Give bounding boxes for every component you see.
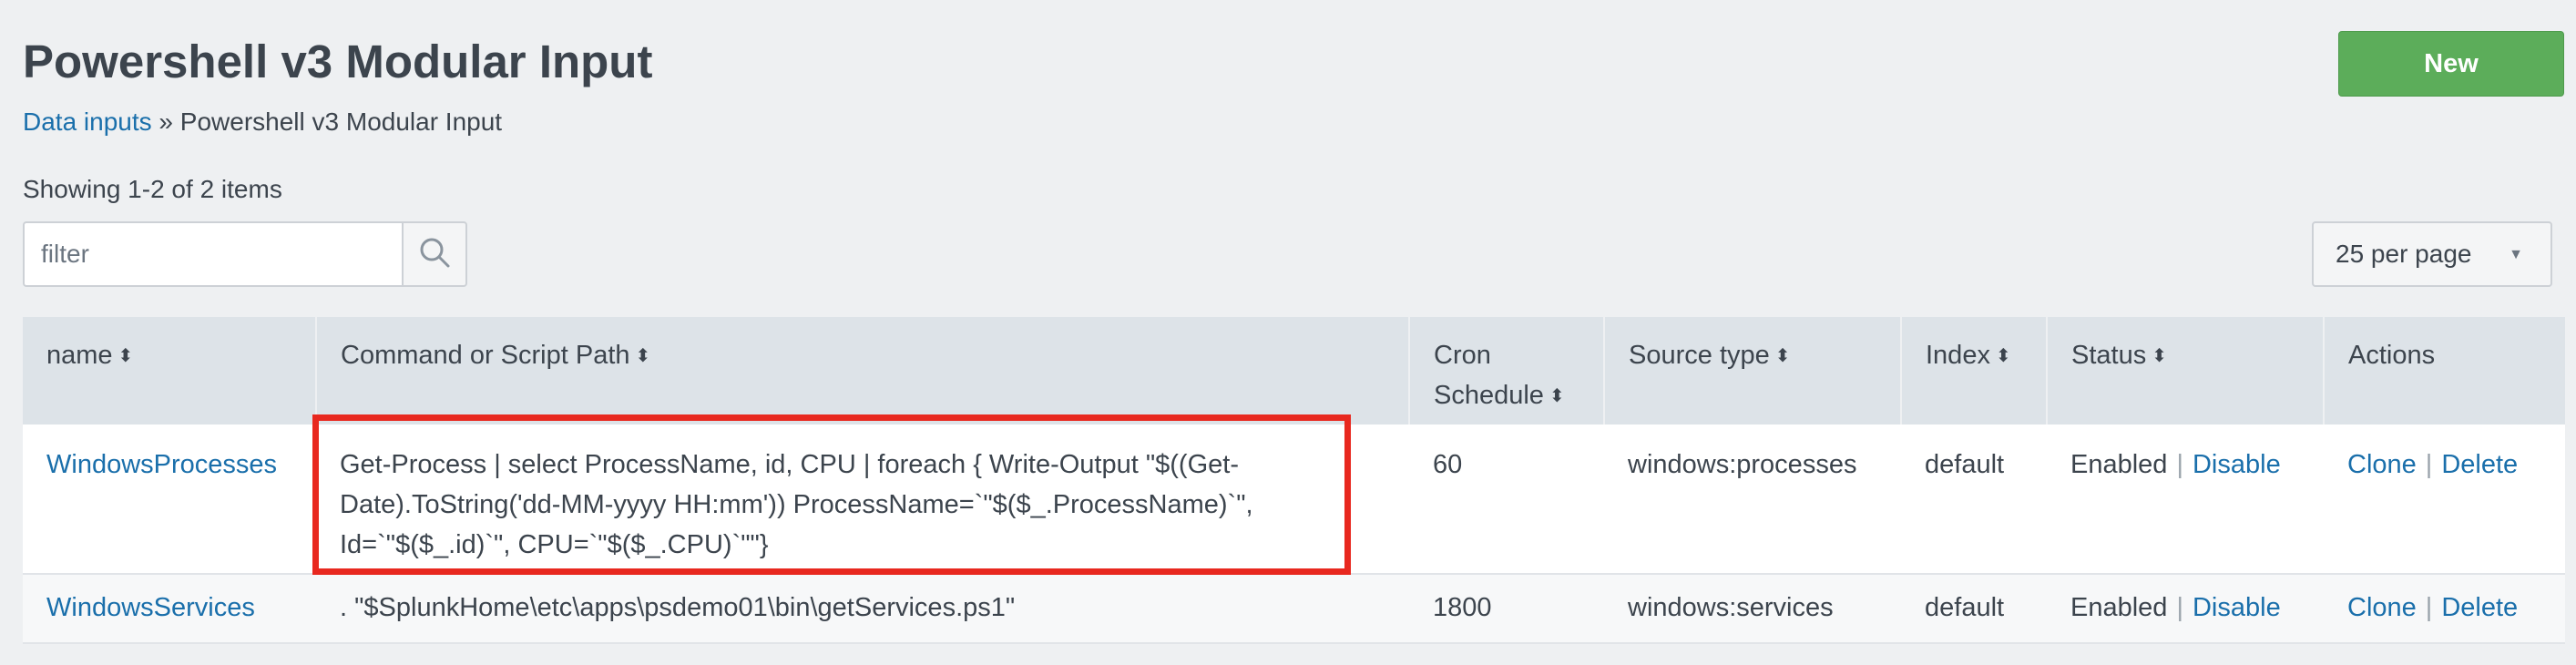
clone-link[interactable]: Clone bbox=[2347, 593, 2417, 622]
sort-icon: ⬍ bbox=[635, 346, 651, 366]
sort-icon: ⬍ bbox=[1549, 386, 1565, 406]
index-cell: default bbox=[1901, 574, 2047, 643]
disable-link[interactable]: Disable bbox=[2193, 593, 2281, 622]
index-cell: default bbox=[1901, 425, 2047, 574]
column-header-command[interactable]: Command or Script Path ⬍ bbox=[316, 317, 1410, 425]
column-header-index[interactable]: Index ⬍ bbox=[1901, 317, 2048, 425]
status-cell: Enabled | Disable bbox=[2047, 425, 2324, 574]
filter-input[interactable] bbox=[23, 221, 402, 287]
table-header-row: name ⬍ Command or Script Path ⬍ Cron Sched… bbox=[23, 317, 2565, 425]
page-title: Powershell v3 Modular Input bbox=[23, 36, 653, 87]
breadcrumb-separator: » bbox=[158, 107, 173, 136]
divider: | bbox=[2176, 450, 2183, 479]
input-name-link[interactable]: WindowsProcesses bbox=[46, 450, 277, 479]
per-page-value: 25 per page bbox=[2336, 240, 2472, 268]
delete-link[interactable]: Delete bbox=[2441, 593, 2518, 622]
search-icon bbox=[418, 236, 451, 273]
per-page-select[interactable]: 25 per page ▼ bbox=[2312, 221, 2552, 287]
filter-control bbox=[23, 221, 467, 287]
table-row: WindowsServices . "$SplunkHome\etc\apps\… bbox=[23, 574, 2565, 643]
item-count-text: Showing 1-2 of 2 items bbox=[23, 175, 282, 203]
divider: | bbox=[2425, 593, 2433, 622]
column-header-status[interactable]: Status ⬍ bbox=[2047, 317, 2325, 425]
sort-icon: ⬍ bbox=[1774, 346, 1791, 366]
status-cell: Enabled | Disable bbox=[2047, 574, 2324, 643]
column-header-cron[interactable]: Cron Schedule ⬍ bbox=[1409, 317, 1605, 425]
search-button[interactable] bbox=[402, 221, 467, 287]
status-text: Enabled bbox=[2070, 593, 2168, 622]
input-name-link[interactable]: WindowsServices bbox=[46, 593, 255, 622]
sourcetype-cell: windows:processes bbox=[1604, 425, 1901, 574]
actions-cell: Clone | Delete bbox=[2324, 425, 2565, 574]
sort-icon: ⬍ bbox=[118, 346, 134, 366]
cron-cell: 60 bbox=[1409, 425, 1604, 574]
disable-link[interactable]: Disable bbox=[2193, 450, 2281, 479]
inputs-table: name ⬍ Command or Script Path ⬍ Cron Sched… bbox=[23, 317, 2565, 644]
breadcrumb: Data inputs » Powershell v3 Modular Inpu… bbox=[23, 107, 502, 137]
sort-icon: ⬍ bbox=[2152, 346, 2167, 366]
page: Powershell v3 Modular Input Data inputs … bbox=[0, 0, 2576, 665]
sourcetype-cell: windows:services bbox=[1604, 574, 1901, 643]
command-cell: Get-Process | select ProcessName, id, CP… bbox=[316, 425, 1409, 574]
breadcrumb-current: Powershell v3 Modular Input bbox=[179, 107, 503, 136]
command-cell: . "$SplunkHome\etc\apps\psdemo01\bin\get… bbox=[316, 574, 1409, 643]
divider: | bbox=[2176, 593, 2183, 622]
chevron-down-icon: ▼ bbox=[2509, 247, 2523, 262]
actions-cell: Clone | Delete bbox=[2324, 574, 2565, 643]
new-button[interactable]: New bbox=[2338, 31, 2564, 97]
column-header-actions: Actions bbox=[2324, 317, 2565, 425]
cron-cell: 1800 bbox=[1409, 574, 1604, 643]
table-row: WindowsProcesses Get-Process | select Pr… bbox=[23, 425, 2565, 574]
divider: | bbox=[2425, 450, 2433, 479]
delete-link[interactable]: Delete bbox=[2441, 450, 2518, 479]
column-header-name[interactable]: name ⬍ bbox=[23, 317, 317, 425]
breadcrumb-data-inputs-link[interactable]: Data inputs bbox=[23, 107, 152, 136]
sort-icon: ⬍ bbox=[1995, 346, 2011, 366]
status-text: Enabled bbox=[2070, 450, 2168, 479]
clone-link[interactable]: Clone bbox=[2347, 450, 2417, 479]
column-header-sourcetype[interactable]: Source type ⬍ bbox=[1604, 317, 1902, 425]
